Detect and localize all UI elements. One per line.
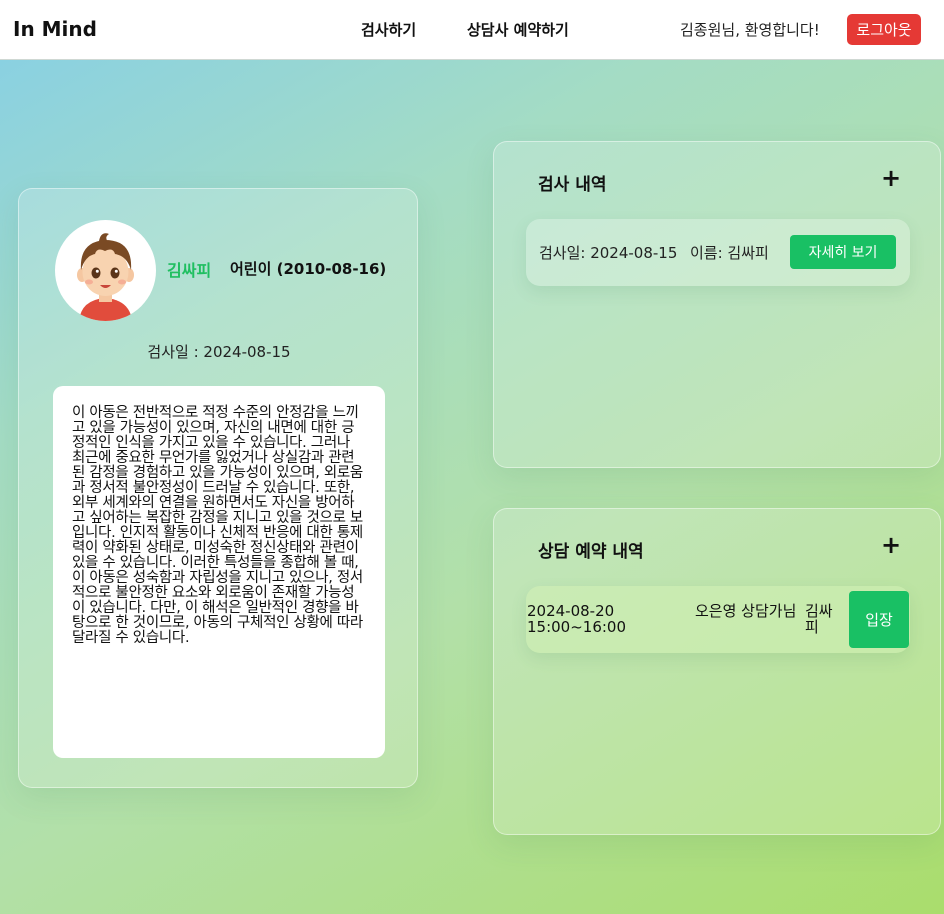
reservation-title: 상담 예약 내역	[538, 542, 644, 562]
nav-counselor-reservation[interactable]: 상담사 예약하기	[467, 19, 569, 40]
reservation-history-card: 상담 예약 내역 + 2024-08-20 15:00~16:00 오은영 상담…	[493, 508, 941, 835]
exam-date: 검사일 : 2024-08-15	[147, 343, 291, 361]
list-item: 검사일: 2024-08-15 이름: 김싸피 자세히 보기	[526, 219, 910, 286]
child-name: 김싸피	[167, 261, 212, 280]
welcome-message: 김종원님, 환영합니다!	[680, 21, 820, 39]
result-description: 이 아동은 전반적으로 적정 수준의 안정감을 느끼고 있을 가능성이 있으며,…	[53, 386, 385, 758]
history-name: 이름: 김싸피	[690, 244, 769, 262]
view-detail-button[interactable]: 자세히 보기	[790, 235, 896, 269]
reservation-datetime: 2024-08-20 15:00~16:00	[527, 602, 627, 636]
child-info: 어린이 (2010-08-16)	[230, 260, 387, 278]
test-history-card: 검사 내역 + 검사일: 2024-08-15 이름: 김싸피 자세히 보기	[493, 141, 941, 468]
history-date: 검사일: 2024-08-15	[539, 244, 678, 262]
list-item: 2024-08-20 15:00~16:00 오은영 상담가님 김싸피 입장	[526, 586, 910, 653]
boy-avatar-icon	[55, 220, 156, 321]
history-title: 검사 내역	[538, 175, 607, 195]
nav-test[interactable]: 검사하기	[361, 19, 416, 40]
plus-icon[interactable]: +	[881, 164, 901, 192]
brand-logo[interactable]: In Mind	[13, 17, 97, 41]
plus-icon[interactable]: +	[881, 531, 901, 559]
child-profile-card: 김싸피 어린이 (2010-08-16) 검사일 : 2024-08-15 이 …	[18, 188, 418, 788]
reservation-counselor: 오은영 상담가님	[695, 602, 797, 620]
enter-button[interactable]: 입장	[849, 591, 909, 648]
top-navbar: In Mind 검사하기 상담사 예약하기 김종원님, 환영합니다! 로그아웃	[0, 0, 944, 60]
reservation-child: 김싸피	[805, 602, 833, 636]
logout-button[interactable]: 로그아웃	[847, 14, 921, 45]
